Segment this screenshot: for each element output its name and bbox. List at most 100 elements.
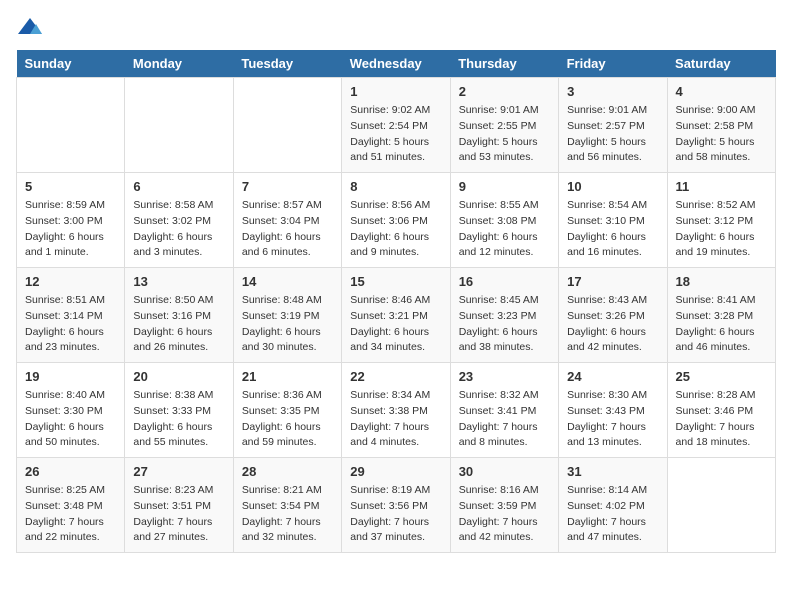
- calendar-cell: 15 Sunrise: 8:46 AM Sunset: 3:21 PM Dayli…: [342, 268, 450, 363]
- day-info: Sunrise: 8:28 AM Sunset: 3:46 PM Dayligh…: [676, 388, 767, 451]
- day-number: 11: [676, 179, 767, 194]
- day-info: Sunrise: 9:00 AM Sunset: 2:58 PM Dayligh…: [676, 103, 767, 166]
- day-number: 6: [133, 179, 224, 194]
- calendar-week-4: 19 Sunrise: 8:40 AM Sunset: 3:30 PM Dayli…: [17, 363, 776, 458]
- day-number: 24: [567, 369, 658, 384]
- day-number: 1: [350, 84, 441, 99]
- day-info: Sunrise: 8:51 AM Sunset: 3:14 PM Dayligh…: [25, 293, 116, 356]
- calendar-cell: [17, 78, 125, 173]
- calendar-cell: 17 Sunrise: 8:43 AM Sunset: 3:26 PM Dayli…: [559, 268, 667, 363]
- day-info: Sunrise: 8:41 AM Sunset: 3:28 PM Dayligh…: [676, 293, 767, 356]
- day-info: Sunrise: 8:30 AM Sunset: 3:43 PM Dayligh…: [567, 388, 658, 451]
- day-number: 17: [567, 274, 658, 289]
- day-number: 12: [25, 274, 116, 289]
- calendar-cell: 19 Sunrise: 8:40 AM Sunset: 3:30 PM Dayli…: [17, 363, 125, 458]
- day-info: Sunrise: 9:01 AM Sunset: 2:55 PM Dayligh…: [459, 103, 550, 166]
- calendar-cell: 31 Sunrise: 8:14 AM Sunset: 4:02 PM Dayli…: [559, 458, 667, 553]
- calendar-cell: 21Sunrise: 8:36 AM Sunset: 3:35 PM Dayli…: [233, 363, 341, 458]
- day-number: 28: [242, 464, 333, 479]
- weekday-header-thursday: Thursday: [450, 50, 558, 78]
- day-number: 7: [242, 179, 333, 194]
- calendar-cell: 6 Sunrise: 8:58 AM Sunset: 3:02 PM Daylig…: [125, 173, 233, 268]
- day-info: Sunrise: 8:58 AM Sunset: 3:02 PM Dayligh…: [133, 198, 224, 261]
- calendar-cell: 3 Sunrise: 9:01 AM Sunset: 2:57 PM Daylig…: [559, 78, 667, 173]
- calendar-week-3: 12 Sunrise: 8:51 AM Sunset: 3:14 PM Dayli…: [17, 268, 776, 363]
- weekday-header-monday: Monday: [125, 50, 233, 78]
- calendar-week-5: 26 Sunrise: 8:25 AM Sunset: 3:48 PM Dayli…: [17, 458, 776, 553]
- day-info: Sunrise: 8:57 AM Sunset: 3:04 PM Dayligh…: [242, 198, 333, 261]
- calendar-cell: 25 Sunrise: 8:28 AM Sunset: 3:46 PM Dayli…: [667, 363, 775, 458]
- weekday-header-sunday: Sunday: [17, 50, 125, 78]
- calendar-cell: 12 Sunrise: 8:51 AM Sunset: 3:14 PM Dayli…: [17, 268, 125, 363]
- calendar-cell: 20 Sunrise: 8:38 AM Sunset: 3:33 PM Dayli…: [125, 363, 233, 458]
- day-info: Sunrise: 8:32 AM Sunset: 3:41 PM Dayligh…: [459, 388, 550, 451]
- weekday-header-friday: Friday: [559, 50, 667, 78]
- weekday-header-saturday: Saturday: [667, 50, 775, 78]
- calendar-cell: [125, 78, 233, 173]
- calendar-cell: 30Sunrise: 8:16 AM Sunset: 3:59 PM Dayli…: [450, 458, 558, 553]
- logo-icon: [16, 16, 44, 38]
- calendar-cell: 23 Sunrise: 8:32 AM Sunset: 3:41 PM Dayli…: [450, 363, 558, 458]
- day-number: 20: [133, 369, 224, 384]
- calendar-cell: 27Sunrise: 8:23 AM Sunset: 3:51 PM Dayli…: [125, 458, 233, 553]
- calendar-cell: 10 Sunrise: 8:54 AM Sunset: 3:10 PM Dayli…: [559, 173, 667, 268]
- calendar-cell: [667, 458, 775, 553]
- weekday-header-tuesday: Tuesday: [233, 50, 341, 78]
- day-info: Sunrise: 8:55 AM Sunset: 3:08 PM Dayligh…: [459, 198, 550, 261]
- day-info: Sunrise: 8:34 AM Sunset: 3:38 PM Dayligh…: [350, 388, 441, 451]
- day-info: Sunrise: 9:02 AM Sunset: 2:54 PM Dayligh…: [350, 103, 441, 166]
- day-info: Sunrise: 8:52 AM Sunset: 3:12 PM Dayligh…: [676, 198, 767, 261]
- day-number: 9: [459, 179, 550, 194]
- day-number: 31: [567, 464, 658, 479]
- day-number: 22: [350, 369, 441, 384]
- day-info: Sunrise: 8:54 AM Sunset: 3:10 PM Dayligh…: [567, 198, 658, 261]
- calendar-cell: [233, 78, 341, 173]
- day-number: 15: [350, 274, 441, 289]
- day-info: Sunrise: 9:01 AM Sunset: 2:57 PM Dayligh…: [567, 103, 658, 166]
- calendar-cell: 4 Sunrise: 9:00 AM Sunset: 2:58 PM Daylig…: [667, 78, 775, 173]
- calendar-cell: 29 Sunrise: 8:19 AM Sunset: 3:56 PM Dayli…: [342, 458, 450, 553]
- calendar-cell: 13 Sunrise: 8:50 AM Sunset: 3:16 PM Dayli…: [125, 268, 233, 363]
- day-number: 16: [459, 274, 550, 289]
- day-number: 26: [25, 464, 116, 479]
- day-number: 8: [350, 179, 441, 194]
- day-info: Sunrise: 8:56 AM Sunset: 3:06 PM Dayligh…: [350, 198, 441, 261]
- day-info: Sunrise: 8:43 AM Sunset: 3:26 PM Dayligh…: [567, 293, 658, 356]
- day-info: Sunrise: 8:19 AM Sunset: 3:56 PM Dayligh…: [350, 483, 441, 546]
- day-info: Sunrise: 8:25 AM Sunset: 3:48 PM Dayligh…: [25, 483, 116, 546]
- calendar-cell: 1 Sunrise: 9:02 AM Sunset: 2:54 PM Daylig…: [342, 78, 450, 173]
- day-number: 5: [25, 179, 116, 194]
- calendar-cell: 9 Sunrise: 8:55 AM Sunset: 3:08 PM Daylig…: [450, 173, 558, 268]
- day-number: 30: [459, 464, 550, 479]
- day-number: 10: [567, 179, 658, 194]
- calendar-week-2: 5Sunrise: 8:59 AM Sunset: 3:00 PM Daylig…: [17, 173, 776, 268]
- day-number: 21: [242, 369, 333, 384]
- day-info: Sunrise: 8:45 AM Sunset: 3:23 PM Dayligh…: [459, 293, 550, 356]
- day-number: 29: [350, 464, 441, 479]
- day-number: 19: [25, 369, 116, 384]
- day-info: Sunrise: 8:38 AM Sunset: 3:33 PM Dayligh…: [133, 388, 224, 451]
- day-info: Sunrise: 8:40 AM Sunset: 3:30 PM Dayligh…: [25, 388, 116, 451]
- calendar-cell: 2Sunrise: 9:01 AM Sunset: 2:55 PM Daylig…: [450, 78, 558, 173]
- calendar-cell: 7 Sunrise: 8:57 AM Sunset: 3:04 PM Daylig…: [233, 173, 341, 268]
- day-number: 18: [676, 274, 767, 289]
- day-info: Sunrise: 8:14 AM Sunset: 4:02 PM Dayligh…: [567, 483, 658, 546]
- calendar-cell: 14Sunrise: 8:48 AM Sunset: 3:19 PM Dayli…: [233, 268, 341, 363]
- calendar-cell: 24 Sunrise: 8:30 AM Sunset: 3:43 PM Dayli…: [559, 363, 667, 458]
- day-info: Sunrise: 8:50 AM Sunset: 3:16 PM Dayligh…: [133, 293, 224, 356]
- header: [16, 16, 776, 38]
- calendar-cell: 5Sunrise: 8:59 AM Sunset: 3:00 PM Daylig…: [17, 173, 125, 268]
- day-info: Sunrise: 8:21 AM Sunset: 3:54 PM Dayligh…: [242, 483, 333, 546]
- day-info: Sunrise: 8:46 AM Sunset: 3:21 PM Dayligh…: [350, 293, 441, 356]
- day-number: 3: [567, 84, 658, 99]
- calendar-cell: 26 Sunrise: 8:25 AM Sunset: 3:48 PM Dayli…: [17, 458, 125, 553]
- calendar-cell: 8 Sunrise: 8:56 AM Sunset: 3:06 PM Daylig…: [342, 173, 450, 268]
- calendar-cell: 11 Sunrise: 8:52 AM Sunset: 3:12 PM Dayli…: [667, 173, 775, 268]
- calendar-week-1: 1 Sunrise: 9:02 AM Sunset: 2:54 PM Daylig…: [17, 78, 776, 173]
- day-number: 25: [676, 369, 767, 384]
- day-number: 14: [242, 274, 333, 289]
- calendar-cell: 16 Sunrise: 8:45 AM Sunset: 3:23 PM Dayli…: [450, 268, 558, 363]
- day-number: 13: [133, 274, 224, 289]
- day-number: 23: [459, 369, 550, 384]
- day-number: 4: [676, 84, 767, 99]
